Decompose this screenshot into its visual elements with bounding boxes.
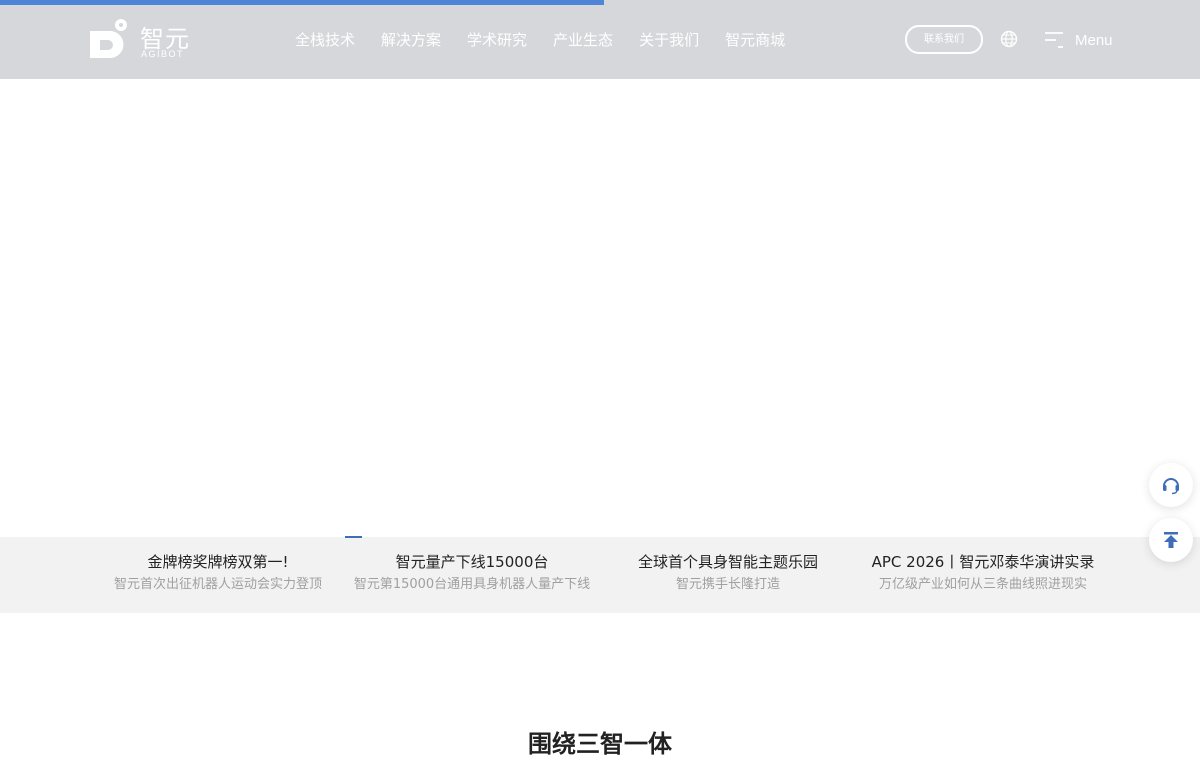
news-subtitle: 智元携手长隆打造 (675, 577, 780, 592)
nav-item-store[interactable]: 智元商城 (725, 29, 785, 51)
news-card[interactable]: 金牌榜奖牌榜双第一! 智元首次出征机器人运动会实力登顶 (96, 553, 340, 593)
contact-button[interactable]: 联系我们 (905, 25, 983, 54)
news-card[interactable]: APC 2026丨智元邓泰华演讲实录 万亿级产业如何从三条曲线照进现实 (857, 553, 1109, 593)
menu-toggle[interactable]: Menu (1043, 28, 1113, 52)
nav-item-research[interactable]: 学术研究 (467, 29, 527, 51)
site-header: 智元 AGIBOT 全栈技术 解决方案 学术研究 产业生态 关于我们 智元商城 … (0, 0, 1200, 79)
news-card[interactable]: 智元量产下线15000台 智元第15000台通用具身机器人量产下线 (345, 553, 599, 593)
menu-label: Menu (1075, 31, 1113, 49)
news-strip: 金牌榜奖牌榜双第一! 智元首次出征机器人运动会实力登顶 智元量产下线15000台… (0, 536, 1200, 613)
news-card[interactable]: 全球首个具身智能主题乐园 智元携手长隆打造 (604, 553, 852, 593)
news-title: 智元量产下线15000台 (395, 553, 549, 571)
news-active-indicator (345, 536, 362, 538)
back-to-top-icon (1164, 532, 1178, 548)
page-progress-fill (0, 0, 604, 5)
brand-logo[interactable]: 智元 AGIBOT (88, 18, 200, 62)
menu-icon (1045, 32, 1063, 48)
globe-icon[interactable] (999, 29, 1019, 49)
news-title: 全球首个具身智能主题乐园 (637, 553, 818, 571)
nav-item-ecosystem[interactable]: 产业生态 (553, 29, 613, 51)
news-subtitle: 万亿级产业如何从三条曲线照进现实 (878, 577, 1087, 592)
nav-item-fullstack-tech[interactable]: 全栈技术 (295, 29, 355, 51)
brand-mark-icon (90, 19, 127, 58)
news-title: APC 2026丨智元邓泰华演讲实录 (871, 553, 1095, 571)
nav-item-about[interactable]: 关于我们 (639, 29, 699, 51)
main-nav: 全栈技术 解决方案 学术研究 产业生态 关于我们 智元商城 (295, 29, 811, 51)
back-to-top-button[interactable] (1149, 518, 1193, 562)
nav-item-solutions[interactable]: 解决方案 (381, 29, 441, 51)
support-button[interactable] (1149, 463, 1193, 507)
news-subtitle: 智元首次出征机器人运动会实力登顶 (113, 577, 322, 592)
brand-name-en: AGIBOT (141, 49, 185, 59)
headset-icon (1163, 478, 1179, 495)
page-progress-bar (0, 0, 1200, 5)
news-subtitle: 智元第15000台通用具身机器人量产下线 (353, 577, 591, 592)
news-title: 金牌榜奖牌榜双第一! (147, 553, 289, 571)
section-title: 围绕三智一体 (528, 729, 672, 758)
